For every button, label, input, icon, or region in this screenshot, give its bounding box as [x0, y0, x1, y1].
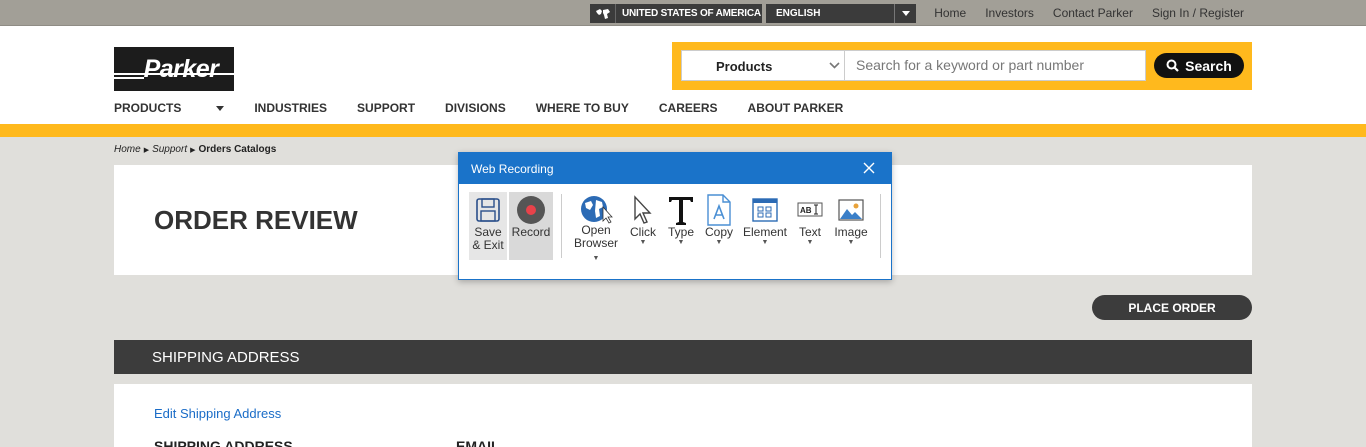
browser-label: Browser ▼ — [573, 236, 618, 263]
page-title: ORDER REVIEW — [154, 205, 358, 235]
email-heading: EMAIL — [456, 438, 500, 447]
search-input[interactable]: Search for a keyword or part number — [844, 50, 1146, 81]
shipping-section-header: SHIPPING ADDRESS — [114, 340, 1252, 374]
open-browser-button[interactable]: Open Browser ▼ — [570, 192, 622, 263]
click-button[interactable]: Click ▼ — [622, 192, 664, 260]
shipping-address-heading: SHIPPING ADDRESS — [154, 438, 293, 447]
dropdown-arrow-icon: ▼ — [761, 239, 769, 246]
nav-about-parker[interactable]: ABOUT PARKER — [748, 101, 844, 115]
click-label: Click — [630, 225, 656, 239]
link-sign-in[interactable]: Sign In / Register — [1152, 6, 1244, 20]
country-label: UNITED STATES OF AMERICA — [622, 8, 761, 19]
nav-careers[interactable]: CAREERS — [659, 101, 718, 115]
cursor-icon — [631, 194, 655, 226]
search-button-label: Search — [1185, 57, 1232, 74]
edit-shipping-link[interactable]: Edit Shipping Address — [154, 406, 281, 421]
nav-where-to-buy[interactable]: WHERE TO BUY — [536, 101, 629, 115]
copy-label: Copy — [704, 225, 733, 239]
text-field-icon: AB — [797, 194, 823, 226]
chevron-right-icon: ▶ — [190, 146, 196, 154]
breadcrumb-home[interactable]: Home — [114, 144, 141, 155]
element-label: Element — [742, 225, 788, 239]
link-contact-parker[interactable]: Contact Parker — [1053, 6, 1133, 20]
image-button[interactable]: Image ▼ — [830, 192, 872, 260]
link-investors[interactable]: Investors — [985, 6, 1034, 20]
language-label: ENGLISH — [776, 8, 821, 19]
search-button[interactable]: Search — [1154, 53, 1244, 78]
image-label: Image — [834, 225, 868, 239]
text-label: Text — [798, 225, 821, 239]
globe-cursor-icon — [579, 194, 613, 224]
close-icon[interactable] — [861, 160, 877, 176]
type-label: Type — [667, 225, 694, 239]
dropdown-arrow-icon: ▼ — [677, 239, 685, 246]
caret-down-icon — [216, 105, 225, 111]
site-header: Parker Products Search for a keyword or … — [0, 26, 1366, 124]
svg-text:AB: AB — [800, 206, 812, 215]
element-button[interactable]: Element ▼ — [740, 192, 790, 260]
document-a-icon — [706, 194, 732, 226]
nav-industries[interactable]: INDUSTRIES — [254, 101, 327, 115]
shipping-card: Edit Shipping Address SHIPPING ADDRESS E… — [114, 384, 1252, 447]
search-category-label: Products — [716, 59, 773, 74]
nav-products[interactable]: PRODUCTS — [114, 101, 225, 115]
breadcrumb-current: Orders Catalogs — [198, 144, 277, 155]
place-order-button[interactable]: PLACE ORDER — [1092, 295, 1252, 320]
accent-stripe — [0, 124, 1366, 137]
link-home[interactable]: Home — [934, 6, 966, 20]
breadcrumb: Home ▶ Support ▶ Orders Catalogs — [114, 144, 276, 155]
nav-divisions[interactable]: DIVISIONS — [445, 101, 506, 115]
record-label: Record — [511, 225, 551, 239]
country-selector[interactable]: UNITED STATES OF AMERICA — [590, 4, 762, 23]
nav-support[interactable]: SUPPORT — [357, 101, 415, 115]
search-panel: Products Search for a keyword or part nu… — [672, 42, 1252, 90]
parker-logo[interactable]: Parker — [114, 47, 234, 91]
search-icon — [1166, 59, 1179, 72]
exit-label: & Exit — [472, 238, 504, 252]
language-selector[interactable]: ENGLISH — [766, 4, 916, 23]
dropdown-arrow-icon: ▼ — [715, 239, 723, 246]
type-button[interactable]: Type ▼ — [664, 192, 698, 260]
chevron-down-icon — [829, 57, 840, 72]
caret-down-icon — [894, 4, 916, 23]
globe-icon — [590, 4, 616, 23]
dialog-title: Web Recording — [471, 161, 554, 176]
dropdown-arrow-icon: ▼ — [806, 239, 814, 246]
chevron-right-icon: ▶ — [143, 146, 150, 154]
dropdown-arrow-icon: ▼ — [592, 255, 600, 262]
save-exit-button[interactable]: Save & Exit — [469, 192, 507, 260]
copy-button[interactable]: Copy ▼ — [698, 192, 740, 260]
type-t-icon — [667, 194, 695, 226]
record-button[interactable]: Record — [509, 192, 553, 260]
floppy-disk-icon — [475, 194, 501, 226]
dropdown-arrow-icon: ▼ — [847, 239, 855, 246]
dialog-titlebar: Web Recording — [459, 153, 891, 184]
record-icon — [516, 194, 546, 226]
logo-text: Parker — [143, 54, 219, 83]
toolbar-divider — [561, 194, 562, 258]
dropdown-arrow-icon: ▼ — [639, 239, 647, 246]
toolbar-divider — [880, 194, 881, 258]
main-nav: PRODUCTS INDUSTRIES SUPPORT DIVISIONS WH… — [114, 101, 873, 115]
recording-toolbar: Save & Exit Record Open Browser ▼ Click … — [469, 192, 889, 263]
nav-products-label: PRODUCTS — [114, 101, 182, 115]
breadcrumb-support[interactable]: Support — [152, 144, 187, 155]
image-icon — [838, 194, 864, 226]
utility-bar: UNITED STATES OF AMERICA ENGLISH Home In… — [0, 0, 1366, 26]
element-grid-icon — [752, 194, 778, 226]
web-recording-dialog: Web Recording Save & Exit Record Open Br… — [458, 152, 892, 280]
search-category-select[interactable]: Products — [681, 50, 847, 81]
text-button[interactable]: AB Text ▼ — [790, 192, 830, 260]
